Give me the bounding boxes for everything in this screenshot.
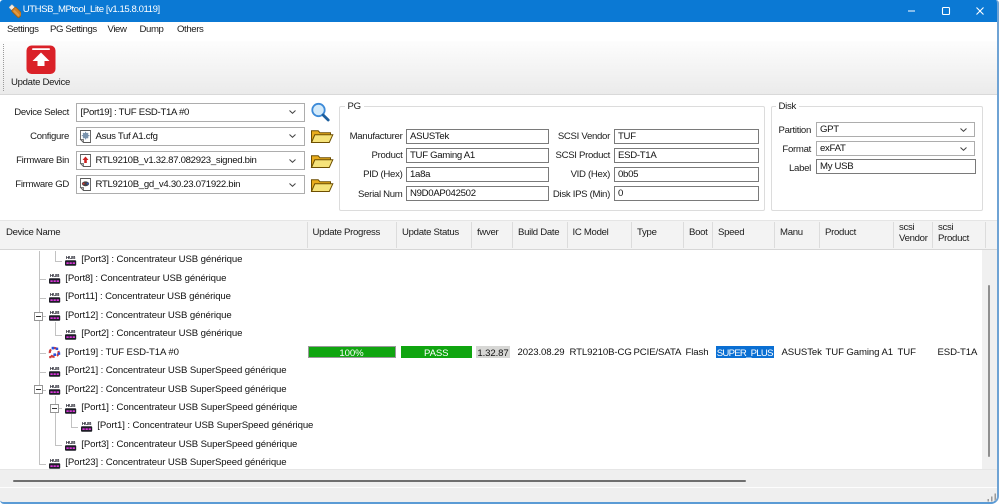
- svg-text:HUB: HUB: [50, 310, 60, 315]
- svg-text:HUB: HUB: [66, 255, 76, 260]
- svg-text:HUB: HUB: [50, 292, 60, 297]
- svg-text:HUB: HUB: [50, 458, 60, 463]
- svg-text:HUB: HUB: [82, 421, 92, 426]
- svg-text:HUB: HUB: [50, 273, 60, 278]
- svg-text:HUB: HUB: [66, 403, 76, 408]
- svg-text:HUB: HUB: [50, 384, 60, 389]
- svg-text:HUB: HUB: [66, 329, 76, 334]
- svg-text:HUB: HUB: [66, 440, 76, 445]
- svg-text:HUB: HUB: [50, 366, 60, 371]
